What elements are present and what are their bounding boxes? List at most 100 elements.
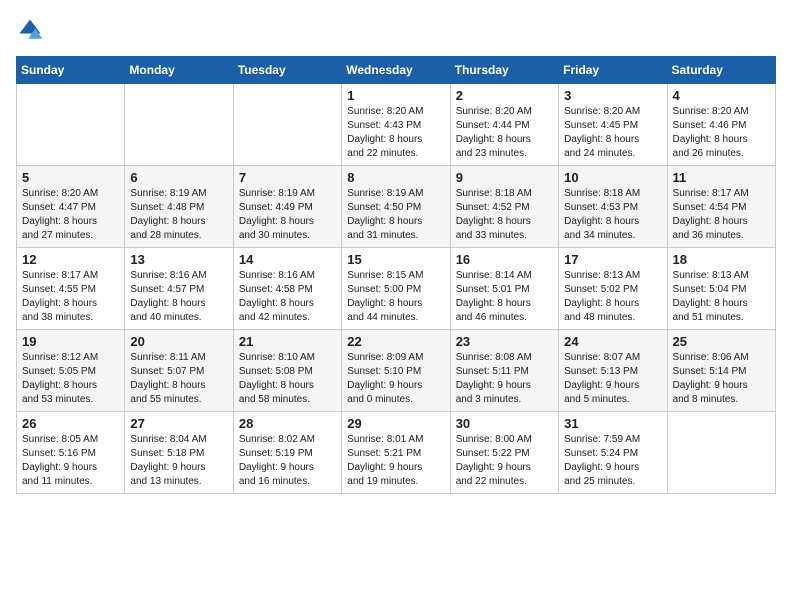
day-info: Sunrise: 8:05 AM Sunset: 5:16 PM Dayligh… <box>22 433 119 489</box>
day-info: Sunrise: 8:18 AM Sunset: 4:52 PM Dayligh… <box>456 187 553 243</box>
calendar-cell: 3 Sunrise: 8:20 AM Sunset: 4:45 PM Daylig… <box>559 84 667 166</box>
calendar-cell: 2Sunrise: 8:20 AM Sunset: 4:44 PM Daylig… <box>450 84 558 166</box>
day-number: 8 <box>347 170 444 185</box>
day-number: 4 <box>673 88 770 103</box>
calendar-cell: 23 Sunrise: 8:08 AM Sunset: 5:11 PM Dayli… <box>450 330 558 412</box>
calendar-week-5: 26 Sunrise: 8:05 AM Sunset: 5:16 PM Dayli… <box>17 412 776 494</box>
logo-icon <box>16 16 44 44</box>
day-number: 30 <box>456 416 553 431</box>
day-number: 7 <box>239 170 336 185</box>
day-number: 28 <box>239 416 336 431</box>
day-info: Sunrise: 8:14 AM Sunset: 5:01 PM Dayligh… <box>456 269 553 325</box>
calendar-cell: 18 Sunrise: 8:13 AM Sunset: 5:04 PM Dayli… <box>667 248 775 330</box>
day-info: Sunrise: 8:04 AM Sunset: 5:18 PM Dayligh… <box>130 433 227 489</box>
day-number: 6 <box>130 170 227 185</box>
day-number: 16 <box>456 252 553 267</box>
day-number: 14 <box>239 252 336 267</box>
day-info: Sunrise: 8:20 AM Sunset: 4:47 PM Dayligh… <box>22 187 119 243</box>
day-info: Sunrise: 8:15 AM Sunset: 5:00 PM Dayligh… <box>347 269 444 325</box>
day-info: Sunrise: 8:09 AM Sunset: 5:10 PM Dayligh… <box>347 351 444 407</box>
day-number: 18 <box>673 252 770 267</box>
day-info: Sunrise: 8:02 AM Sunset: 5:19 PM Dayligh… <box>239 433 336 489</box>
day-info: Sunrise: 8:19 AM Sunset: 4:49 PM Dayligh… <box>239 187 336 243</box>
day-info: Sunrise: 8:17 AM Sunset: 4:55 PM Dayligh… <box>22 269 119 325</box>
day-number: 15 <box>347 252 444 267</box>
calendar-cell: 27 Sunrise: 8:04 AM Sunset: 5:18 PM Dayli… <box>125 412 233 494</box>
calendar-cell: 19 Sunrise: 8:12 AM Sunset: 5:05 PM Dayli… <box>17 330 125 412</box>
calendar-cell: 14 Sunrise: 8:16 AM Sunset: 4:58 PM Dayli… <box>233 248 341 330</box>
day-info: Sunrise: 8:16 AM Sunset: 4:58 PM Dayligh… <box>239 269 336 325</box>
day-info: Sunrise: 8:17 AM Sunset: 4:54 PM Dayligh… <box>673 187 770 243</box>
day-info: Sunrise: 8:19 AM Sunset: 4:48 PM Dayligh… <box>130 187 227 243</box>
day-number: 27 <box>130 416 227 431</box>
column-header-tuesday: Tuesday <box>233 57 341 84</box>
calendar-week-2: 5 Sunrise: 8:20 AM Sunset: 4:47 PM Daylig… <box>17 166 776 248</box>
day-number: 29 <box>347 416 444 431</box>
calendar-week-4: 19 Sunrise: 8:12 AM Sunset: 5:05 PM Dayli… <box>17 330 776 412</box>
day-number: 20 <box>130 334 227 349</box>
calendar-cell: 30 Sunrise: 8:00 AM Sunset: 5:22 PM Dayli… <box>450 412 558 494</box>
column-header-sunday: Sunday <box>17 57 125 84</box>
day-number: 23 <box>456 334 553 349</box>
column-header-saturday: Saturday <box>667 57 775 84</box>
day-number: 21 <box>239 334 336 349</box>
day-info: Sunrise: 8:06 AM Sunset: 5:14 PM Dayligh… <box>673 351 770 407</box>
day-info: Sunrise: 8:10 AM Sunset: 5:08 PM Dayligh… <box>239 351 336 407</box>
day-info: Sunrise: 8:01 AM Sunset: 5:21 PM Dayligh… <box>347 433 444 489</box>
day-number: 13 <box>130 252 227 267</box>
day-number: 2 <box>456 88 553 103</box>
day-number: 12 <box>22 252 119 267</box>
day-number: 10 <box>564 170 661 185</box>
day-info: Sunrise: 8:12 AM Sunset: 5:05 PM Dayligh… <box>22 351 119 407</box>
day-info: Sunrise: 8:11 AM Sunset: 5:07 PM Dayligh… <box>130 351 227 407</box>
calendar-cell <box>125 84 233 166</box>
calendar-cell <box>233 84 341 166</box>
column-header-wednesday: Wednesday <box>342 57 450 84</box>
day-info: Sunrise: 8:16 AM Sunset: 4:57 PM Dayligh… <box>130 269 227 325</box>
logo <box>16 16 48 44</box>
calendar-cell: 31Sunrise: 7:59 AM Sunset: 5:24 PM Dayli… <box>559 412 667 494</box>
page-header <box>16 16 776 44</box>
calendar-week-1: 1Sunrise: 8:20 AM Sunset: 4:43 PM Daylig… <box>17 84 776 166</box>
calendar-cell: 26 Sunrise: 8:05 AM Sunset: 5:16 PM Dayli… <box>17 412 125 494</box>
calendar-cell: 17 Sunrise: 8:13 AM Sunset: 5:02 PM Dayli… <box>559 248 667 330</box>
calendar-cell: 28 Sunrise: 8:02 AM Sunset: 5:19 PM Dayli… <box>233 412 341 494</box>
column-header-thursday: Thursday <box>450 57 558 84</box>
column-header-friday: Friday <box>559 57 667 84</box>
day-info: Sunrise: 8:08 AM Sunset: 5:11 PM Dayligh… <box>456 351 553 407</box>
calendar-cell: 16 Sunrise: 8:14 AM Sunset: 5:01 PM Dayli… <box>450 248 558 330</box>
day-info: Sunrise: 8:20 AM Sunset: 4:46 PM Dayligh… <box>673 105 770 161</box>
day-number: 22 <box>347 334 444 349</box>
calendar-cell: 29 Sunrise: 8:01 AM Sunset: 5:21 PM Dayli… <box>342 412 450 494</box>
calendar-week-3: 12 Sunrise: 8:17 AM Sunset: 4:55 PM Dayli… <box>17 248 776 330</box>
calendar-cell: 11 Sunrise: 8:17 AM Sunset: 4:54 PM Dayli… <box>667 166 775 248</box>
day-number: 31 <box>564 416 661 431</box>
day-info: Sunrise: 8:13 AM Sunset: 5:02 PM Dayligh… <box>564 269 661 325</box>
calendar: SundayMondayTuesdayWednesdayThursdayFrid… <box>16 56 776 494</box>
calendar-cell: 25 Sunrise: 8:06 AM Sunset: 5:14 PM Dayli… <box>667 330 775 412</box>
day-number: 3 <box>564 88 661 103</box>
calendar-cell: 12 Sunrise: 8:17 AM Sunset: 4:55 PM Dayli… <box>17 248 125 330</box>
calendar-cell <box>667 412 775 494</box>
day-info: Sunrise: 8:18 AM Sunset: 4:53 PM Dayligh… <box>564 187 661 243</box>
day-info: Sunrise: 8:20 AM Sunset: 4:45 PM Dayligh… <box>564 105 661 161</box>
day-info: Sunrise: 8:13 AM Sunset: 5:04 PM Dayligh… <box>673 269 770 325</box>
day-number: 26 <box>22 416 119 431</box>
day-number: 25 <box>673 334 770 349</box>
day-info: Sunrise: 8:00 AM Sunset: 5:22 PM Dayligh… <box>456 433 553 489</box>
calendar-cell: 22 Sunrise: 8:09 AM Sunset: 5:10 PM Dayli… <box>342 330 450 412</box>
calendar-cell: 15 Sunrise: 8:15 AM Sunset: 5:00 PM Dayli… <box>342 248 450 330</box>
day-number: 19 <box>22 334 119 349</box>
day-number: 5 <box>22 170 119 185</box>
day-number: 24 <box>564 334 661 349</box>
calendar-cell: 4 Sunrise: 8:20 AM Sunset: 4:46 PM Daylig… <box>667 84 775 166</box>
day-number: 17 <box>564 252 661 267</box>
calendar-header-row: SundayMondayTuesdayWednesdayThursdayFrid… <box>17 57 776 84</box>
day-info: Sunrise: 8:07 AM Sunset: 5:13 PM Dayligh… <box>564 351 661 407</box>
day-number: 11 <box>673 170 770 185</box>
day-info: Sunrise: 8:19 AM Sunset: 4:50 PM Dayligh… <box>347 187 444 243</box>
calendar-cell: 13 Sunrise: 8:16 AM Sunset: 4:57 PM Dayli… <box>125 248 233 330</box>
calendar-cell: 10 Sunrise: 8:18 AM Sunset: 4:53 PM Dayli… <box>559 166 667 248</box>
day-number: 9 <box>456 170 553 185</box>
calendar-cell: 5 Sunrise: 8:20 AM Sunset: 4:47 PM Daylig… <box>17 166 125 248</box>
